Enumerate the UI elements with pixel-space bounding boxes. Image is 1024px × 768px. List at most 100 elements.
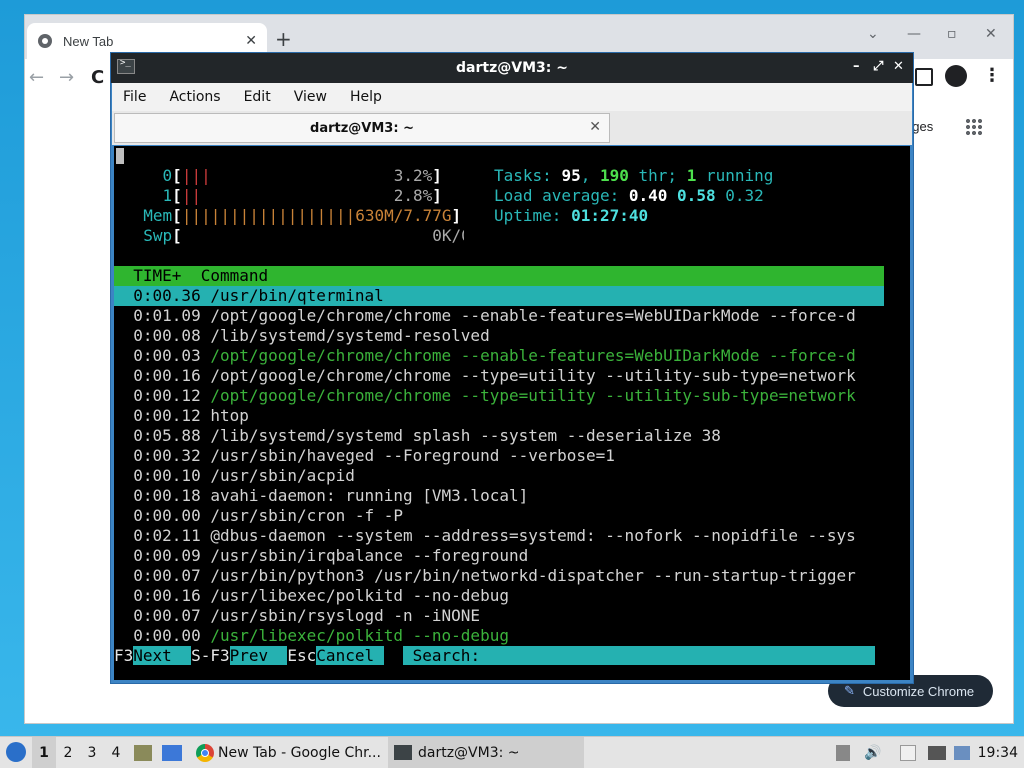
terminal-app-icon	[117, 58, 135, 74]
notification-icon[interactable]	[954, 737, 970, 768]
process-time: 0:00.16	[133, 366, 201, 385]
close-tab-icon[interactable]: ✕	[589, 119, 601, 135]
prev-button[interactable]: Prev	[229, 646, 288, 665]
reload-icon[interactable]: C	[91, 67, 104, 88]
table-row[interactable]: 0:00.07 /usr/sbin/rsyslogd -n -iNONE	[114, 606, 884, 626]
process-command: /opt/google/chrome/chrome --type=utility…	[210, 366, 856, 385]
workspace-4[interactable]: 4	[104, 737, 128, 768]
network-icon[interactable]	[928, 737, 946, 768]
close-tab-icon[interactable]: ✕	[245, 33, 257, 49]
table-row[interactable]: 0:00.09 /usr/sbin/irqbalance --foregroun…	[114, 546, 884, 566]
process-command: /opt/google/chrome/chrome --enable-featu…	[210, 346, 856, 365]
process-time: 0:00.07	[133, 606, 201, 625]
cpu1-meter: 1[|| 2.8%]	[162, 186, 442, 205]
file-manager-icon[interactable]	[134, 737, 152, 768]
customize-chrome-label: Customize Chrome	[862, 683, 975, 699]
close-window-icon[interactable]: ✕	[985, 26, 997, 42]
load-average-meter: Load average: 0.40 0.58 0.32	[494, 186, 764, 205]
table-row[interactable]: 0:00.07 /usr/bin/python3 /usr/bin/networ…	[114, 566, 884, 586]
table-row[interactable]: 0:00.08 /lib/systemd/systemd-resolved	[114, 326, 884, 346]
table-row[interactable]: 0:00.00 /usr/sbin/cron -f -P	[114, 506, 884, 526]
chrome-tab-title: New Tab	[63, 33, 114, 49]
mem-meter: Mem[||||||||||||||||||630M/7.77G]	[143, 206, 462, 225]
workspace-2[interactable]: 2	[56, 737, 80, 768]
process-command: /lib/systemd/systemd-resolved	[210, 326, 490, 345]
clock[interactable]: 19:34	[978, 737, 1018, 768]
taskbar-terminal-button[interactable]: dartz@VM3: ~	[388, 737, 584, 768]
process-command: /lib/systemd/systemd splash --system --d…	[210, 426, 721, 445]
menu-actions[interactable]: Actions	[169, 89, 220, 105]
back-arrow-icon[interactable]: ←	[29, 67, 44, 88]
table-row[interactable]: 0:00.00 /usr/libexec/polkitd --no-debug	[114, 626, 884, 646]
minimize-icon[interactable]: —	[907, 26, 921, 42]
workspace-1[interactable]: 1	[32, 737, 56, 768]
workspace-3[interactable]: 3	[80, 737, 104, 768]
process-command: /usr/bin/qterminal	[210, 286, 384, 305]
table-row[interactable]: 0:05.88 /lib/systemd/systemd splash --sy…	[114, 426, 884, 446]
cancel-button[interactable]: Cancel	[316, 646, 384, 665]
taskbar-chrome-button[interactable]: New Tab - Google Chr...	[190, 737, 386, 768]
terminal-window: dartz@VM3: ~ – ⤢ ✕ File Actions Edit Vie…	[110, 52, 914, 684]
next-button[interactable]: Next	[133, 646, 192, 665]
process-time: 0:05.88	[133, 426, 201, 445]
table-row[interactable]: 0:00.32 /usr/sbin/haveged --Foreground -…	[114, 446, 884, 466]
process-time: 0:00.32	[133, 446, 201, 465]
profile-avatar-icon[interactable]	[945, 65, 967, 87]
process-time: 0:01.09	[133, 306, 201, 325]
restore-icon[interactable]: ⤢	[873, 59, 883, 74]
process-time: 0:00.09	[133, 546, 201, 565]
swap-meter: Swp[ 0K/0K]	[143, 226, 464, 245]
table-row[interactable]: 0:00.10 /usr/sbin/acpid	[114, 466, 884, 486]
table-row[interactable]: 0:00.16 /usr/libexec/polkitd --no-debug	[114, 586, 884, 606]
pencil-icon: ✎	[844, 683, 855, 698]
column-time[interactable]: TIME+	[133, 266, 181, 285]
process-time: 0:00.07	[133, 566, 201, 585]
column-command[interactable]: Command	[201, 266, 268, 285]
chrome-menu-kebab-icon[interactable]: ⋮	[983, 65, 1001, 86]
menu-help[interactable]: Help	[350, 89, 382, 105]
table-row[interactable]: 0:00.16 /opt/google/chrome/chrome --type…	[114, 366, 884, 386]
process-command: /usr/bin/python3 /usr/bin/networkd-dispa…	[210, 566, 856, 585]
table-row[interactable]: 0:00.18 avahi-daemon: running [VM3.local…	[114, 486, 884, 506]
process-time: 0:00.03	[133, 346, 201, 365]
menu-file[interactable]: File	[123, 89, 146, 105]
clipboard-icon[interactable]	[836, 737, 850, 768]
process-command: /usr/sbin/irqbalance --foreground	[210, 546, 529, 565]
process-command: /usr/libexec/polkitd --no-debug	[210, 626, 509, 645]
table-row[interactable]: 0:00.12 /opt/google/chrome/chrome --type…	[114, 386, 884, 406]
table-row[interactable]: 0:02.11 @dbus-daemon --system --address=…	[114, 526, 884, 546]
table-row[interactable]: 0:00.36 /usr/bin/qterminal	[114, 286, 884, 306]
minimize-icon[interactable]: –	[853, 59, 860, 74]
show-desktop-icon[interactable]	[162, 737, 182, 768]
process-command: avahi-daemon: running [VM3.local]	[210, 486, 529, 505]
table-row[interactable]: 0:00.03 /opt/google/chrome/chrome --enab…	[114, 346, 884, 366]
side-panel-icon[interactable]	[915, 68, 933, 86]
process-time: 0:00.10	[133, 466, 201, 485]
table-row[interactable]: 0:00.12 htop	[114, 406, 884, 426]
process-time: 0:02.11	[133, 526, 201, 545]
new-tab-plus-icon[interactable]: +	[275, 27, 292, 51]
menu-edit[interactable]: Edit	[244, 89, 271, 105]
text-cursor	[116, 148, 124, 164]
terminal-tab[interactable]: dartz@VM3: ~ ✕	[114, 113, 610, 143]
table-row[interactable]: 0:01.09 /opt/google/chrome/chrome --enab…	[114, 306, 884, 326]
process-table-header: TIME+ Command	[114, 266, 884, 286]
cpu0-meter: 0[||| 3.2%]	[162, 166, 442, 185]
search-input[interactable]: Search:	[403, 646, 876, 665]
process-time: 0:00.36	[133, 286, 201, 305]
google-apps-grid-icon[interactable]	[965, 118, 983, 136]
start-menu-icon[interactable]	[6, 742, 26, 762]
terminal-screen[interactable]: 0[||| 3.2%] 1[|| 2.8%] Mem[|||||||||||||…	[114, 146, 910, 680]
process-command: /usr/sbin/acpid	[210, 466, 355, 485]
notes-icon[interactable]	[900, 737, 916, 768]
chrome-logo-icon	[196, 743, 214, 762]
forward-arrow-icon[interactable]: →	[59, 67, 74, 88]
menu-view[interactable]: View	[294, 89, 327, 105]
taskbar-chrome-label: New Tab - Google Chr...	[218, 744, 381, 761]
terminal-icon	[394, 745, 412, 760]
close-window-icon[interactable]: ✕	[893, 59, 904, 74]
process-command: htop	[210, 406, 249, 425]
tab-search-chevron-icon[interactable]: ⌄	[867, 26, 879, 42]
volume-icon[interactable]: 🔊	[864, 737, 881, 768]
maximize-icon[interactable]: ▫	[947, 26, 957, 42]
